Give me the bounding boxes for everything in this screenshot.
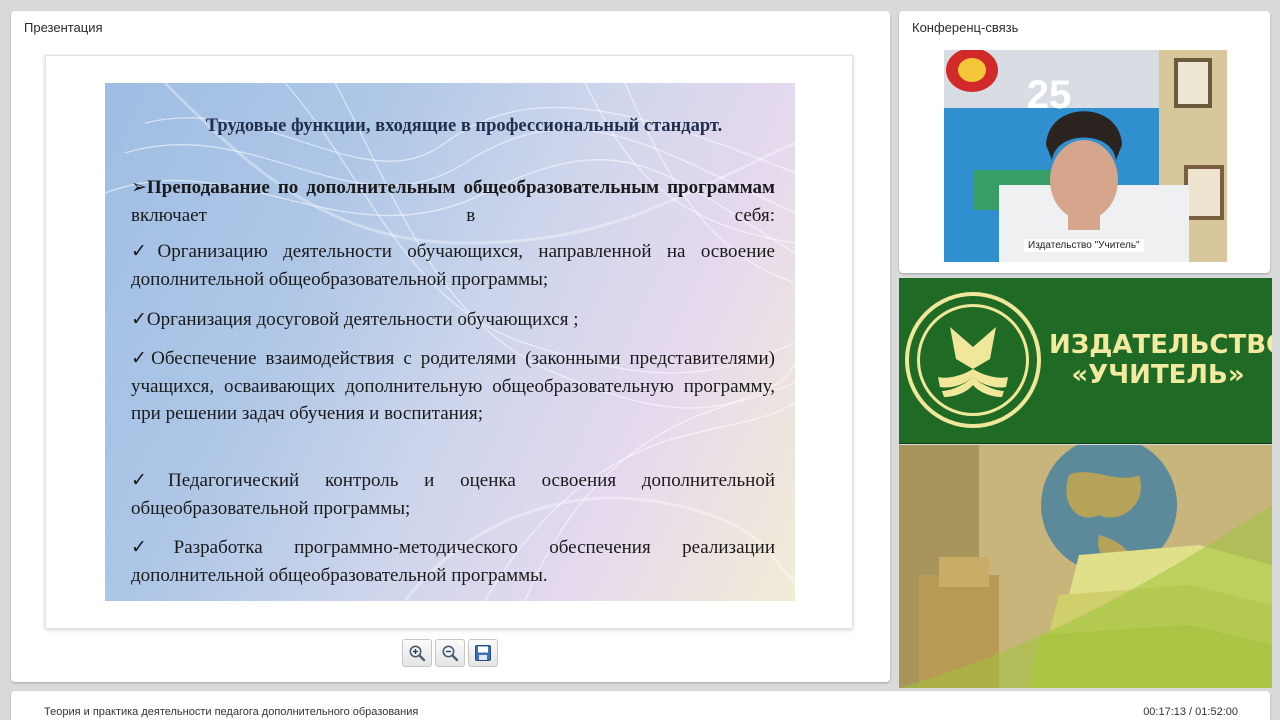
video-feed[interactable]: 25 Издательство "Учитель": [944, 50, 1227, 262]
bottom-bar: Теория и практика деятельности педагога …: [11, 691, 1270, 720]
presentation-panel-title: Презентация: [24, 20, 103, 35]
publisher-name-line1: ИЗДАТЕЛЬСТВО: [1049, 330, 1272, 360]
publisher-name-line2: «УЧИТЕЛЬ»: [1071, 360, 1245, 390]
zoom-in-button[interactable]: [402, 639, 432, 667]
conference-panel: Конференц-связь 25 Издательство "Учитель…: [899, 11, 1270, 273]
slide-item: ✓Педагогический контроль и оценка освоен…: [131, 470, 775, 519]
publisher-name: ИЗДАТЕЛЬСТВО «УЧИТЕЛЬ»: [1049, 330, 1272, 390]
books-globe-illustration: [899, 445, 1272, 688]
slide-item: ✓Обеспечение взаимодействия с родителями…: [131, 348, 775, 424]
slide: Трудовые функции, входящие в профессиона…: [105, 83, 795, 601]
banner-books-image: [899, 445, 1272, 688]
slide-intro-rest: включает в себя:: [131, 204, 775, 226]
book-emblem-icon: [938, 327, 1008, 397]
check-bullet-icon: ✓: [131, 241, 158, 262]
zoom-out-icon: [442, 645, 459, 662]
slide-item: ✓Разработка программно-методического обе…: [131, 537, 776, 586]
slide-title: Трудовые функции, входящие в профессиона…: [205, 116, 723, 136]
save-icon: [475, 645, 491, 661]
conference-panel-title: Конференц-связь: [912, 20, 1019, 35]
check-bullet-icon: ✓: [131, 348, 152, 369]
publisher-banner: ИЗДАТЕЛЬСТВО «УЧИТЕЛЬ»: [899, 278, 1272, 688]
arrow-bullet-icon: ➢: [131, 177, 147, 198]
poster-number: 25: [1027, 73, 1072, 117]
slide-item: ✓Организация досуговой деятельности обуч…: [131, 309, 579, 330]
slide-background-swirl: [105, 83, 795, 601]
playback-time: 00:17:13 / 01:52:00: [1143, 706, 1238, 718]
presentation-panel: Презентация Трудовые функции, входящие в…: [11, 11, 890, 682]
save-button[interactable]: [468, 639, 498, 667]
video-caption: Издательство "Учитель": [1024, 239, 1144, 252]
check-bullet-icon: ✓: [131, 309, 147, 330]
slide-item: ✓Организацию деятельности обучающихся, н…: [131, 241, 775, 290]
video-frame: 25: [944, 50, 1227, 262]
banner-header: ИЗДАТЕЛЬСТВО «УЧИТЕЛЬ»: [899, 278, 1272, 444]
check-bullet-icon: ✓: [131, 537, 174, 558]
slide-intro: ➢Преподавание по дополнительным общеобра…: [131, 174, 775, 229]
zoom-in-icon: [409, 645, 426, 662]
slide-toolbar: [402, 639, 498, 667]
check-bullet-icon: ✓: [131, 470, 168, 491]
zoom-out-button[interactable]: [435, 639, 465, 667]
slide-page: Трудовые функции, входящие в профессиона…: [45, 55, 853, 629]
course-title: Теория и практика деятельности педагога …: [44, 706, 419, 718]
slide-intro-bold: Преподавание по дополнительным общеобраз…: [146, 177, 775, 198]
publisher-logo-icon: [905, 292, 1041, 428]
